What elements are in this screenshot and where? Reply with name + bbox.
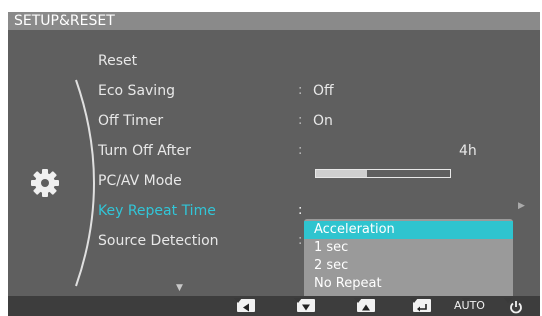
menu-item-off-timer[interactable]: Off Timer [98, 110, 163, 132]
turn-off-after-slider[interactable] [315, 169, 451, 178]
auto-button[interactable]: AUTO [454, 299, 486, 313]
menu-item-pc-av-mode[interactable]: PC/AV Mode [98, 170, 182, 192]
option-2-sec[interactable]: 2 sec [304, 257, 513, 275]
scroll-down-arrow-icon[interactable]: ▼ [176, 282, 183, 294]
pointer-tick-icon [234, 298, 242, 303]
menu-body: Reset Eco Saving : Off Off Timer : On Tu… [8, 30, 540, 299]
menu-item-eco-saving[interactable]: Eco Saving [98, 80, 175, 102]
separator: : [298, 143, 303, 158]
separator: : [298, 113, 303, 128]
menu-title: SETUP&RESET [8, 12, 540, 30]
menu-item-source-detection[interactable]: Source Detection [98, 230, 219, 252]
off-timer-value: On [313, 113, 333, 129]
menu-item-reset[interactable]: Reset [98, 50, 137, 72]
eco-saving-value: Off [313, 83, 334, 99]
pointer-tick-icon [410, 298, 418, 303]
pointer-tick-icon [294, 298, 302, 303]
menu-item-turn-off-after[interactable]: Turn Off After [98, 140, 191, 162]
submenu-arrow-icon: ▶ [518, 201, 525, 211]
slider-fill [316, 170, 367, 177]
key-repeat-dropdown[interactable]: Acceleration 1 sec 2 sec No Repeat [304, 219, 513, 299]
button-guide-bar: AUTO [8, 296, 540, 316]
option-1-sec[interactable]: 1 sec [304, 239, 513, 257]
turn-off-after-value: 4h [459, 143, 477, 159]
pointer-tick-icon [504, 298, 512, 303]
osd-menu: SETUP&RESET Reset Eco Saving : Off Off T… [8, 12, 540, 316]
pointer-tick-icon [354, 298, 362, 303]
option-acceleration[interactable]: Acceleration [304, 221, 513, 239]
separator: : [298, 203, 303, 218]
gear-icon [31, 169, 59, 197]
menu-item-key-repeat-time[interactable]: Key Repeat Time [98, 200, 216, 222]
pointer-tick-icon [462, 298, 470, 303]
separator: : [298, 233, 303, 248]
option-no-repeat[interactable]: No Repeat [304, 275, 513, 293]
separator: : [298, 83, 303, 98]
